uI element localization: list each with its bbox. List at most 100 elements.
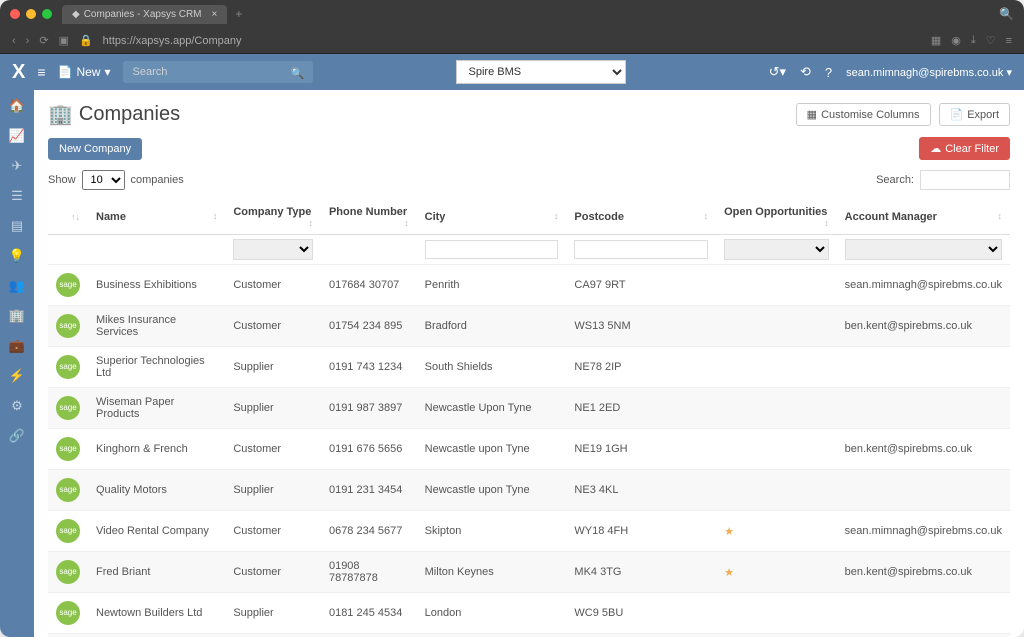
col-postcode[interactable]: Postcode↕ [566, 200, 716, 235]
close-tab-icon[interactable]: × [212, 9, 218, 20]
col-phone[interactable]: Phone Number↕ [321, 200, 417, 235]
new-company-button[interactable]: New Company [48, 138, 142, 160]
org-selector[interactable]: Spire BMS [456, 60, 626, 84]
table-row[interactable]: sage Superior Technologies Ltd Supplier … [48, 347, 1010, 388]
users-icon[interactable]: 👥 [9, 278, 25, 294]
customise-columns-button[interactable]: ▦ Customise Columns [796, 103, 931, 126]
cell-mgr: ben.kent@spirebms.co.uk [837, 552, 1010, 593]
cell-type: Supplier [225, 388, 321, 429]
cell-name: Fred Briant [88, 552, 225, 593]
cell-mgr [837, 388, 1010, 429]
table-row[interactable]: sage Newtown Builders Ltd Supplier 0181 … [48, 593, 1010, 634]
ext-icon[interactable]: ▦ [931, 34, 941, 47]
star-icon: ★ [724, 567, 734, 579]
titlebar: ◆ Companies - Xapsys CRM × + 🔍 [0, 0, 1024, 28]
sage-badge: sage [56, 437, 80, 461]
cell-city: South Shields [417, 347, 567, 388]
reload-icon[interactable]: ⟳ [39, 34, 48, 47]
cell-phone: 0191 676 5656 [321, 429, 417, 470]
cell-name: Mikes Insurance Services [88, 306, 225, 347]
col-name[interactable]: Name↕ [88, 200, 225, 235]
table-row[interactable]: sage Kinghorn & French Customer 0191 676… [48, 429, 1010, 470]
tab-title: Companies - Xapsys CRM [84, 9, 202, 20]
cell-city: Newcastle upon Tyne [417, 470, 567, 511]
ext-icon-4[interactable]: ♡ [986, 34, 996, 47]
table-row[interactable]: sage Wiseman Paper Products Supplier 019… [48, 388, 1010, 429]
minimize-window-icon[interactable] [26, 9, 36, 19]
cell-city: London [417, 593, 567, 634]
briefcase-icon[interactable]: 💼 [9, 338, 25, 354]
new-button[interactable]: 📄 New ▾ [58, 65, 111, 79]
maximize-window-icon[interactable] [42, 9, 52, 19]
cell-phone: 017684 30707 [321, 265, 417, 306]
filter-mgr[interactable] [845, 239, 1002, 260]
filter-type[interactable] [233, 239, 313, 260]
cell-type: Customer [225, 552, 321, 593]
power-icon[interactable]: ⚡ [9, 368, 25, 384]
col-type[interactable]: Company Type↕ [225, 200, 321, 235]
table-row[interactable]: sage Business Exhibitions Customer 01768… [48, 265, 1010, 306]
search-icon[interactable]: 🔍 [291, 67, 305, 80]
forward-icon[interactable]: › [26, 35, 30, 47]
sync-icon[interactable]: ⟲ [800, 64, 811, 80]
cell-opp: ★ [716, 552, 837, 593]
help-icon[interactable]: ? [825, 65, 832, 80]
building-icon: 🏢 [48, 102, 73, 127]
cell-type: Customer [225, 265, 321, 306]
clear-filter-button[interactable]: ☁ Clear Filter [919, 137, 1010, 160]
table-row[interactable]: sage Mikes Insurance Services Customer 0… [48, 306, 1010, 347]
new-tab-button[interactable]: + [235, 7, 242, 21]
send-icon[interactable]: ✈ [12, 158, 23, 174]
hamburger-icon[interactable]: ≡ [37, 64, 45, 80]
ext-icon-3[interactable]: ⤓ [971, 34, 976, 47]
close-window-icon[interactable] [10, 9, 20, 19]
col-mgr[interactable]: Account Manager↕ [837, 200, 1010, 235]
cell-type: Customer [225, 634, 321, 637]
filter-postcode[interactable] [574, 240, 708, 259]
search-input[interactable] [123, 61, 313, 83]
export-button[interactable]: 📄 Export [939, 103, 1011, 126]
table-row[interactable]: sage Macolm Hall Associates Customer 012… [48, 634, 1010, 637]
page-title: 🏢 Companies [48, 102, 180, 127]
url[interactable]: https://xapsys.app/Company [103, 35, 921, 47]
cell-mgr: sean.mimnagh@spirebms.co.uk [837, 634, 1010, 637]
table-row[interactable]: sage Quality Motors Supplier 0191 231 34… [48, 470, 1010, 511]
sage-badge: sage [56, 355, 80, 379]
ext-icon-2[interactable]: ◉ [951, 34, 961, 47]
col-opp[interactable]: Open Opportunities↕ [716, 200, 837, 235]
col-sort[interactable]: ↑↓ [48, 200, 88, 235]
table-row[interactable]: sage Video Rental Company Customer 0678 … [48, 511, 1010, 552]
filter-city[interactable] [425, 240, 559, 259]
dashboard-icon[interactable]: 🏠 [9, 98, 25, 114]
app-logo[interactable]: X [12, 61, 25, 84]
history-icon[interactable]: ↺▾ [769, 64, 786, 80]
table-row[interactable]: sage Fred Briant Customer 01908 78787878… [48, 552, 1010, 593]
back-icon[interactable]: ‹ [12, 35, 16, 47]
chart-icon[interactable]: 📈 [9, 128, 25, 144]
cell-opp: ★ [716, 511, 837, 552]
doc-icon[interactable]: ▤ [11, 218, 23, 234]
table-search-input[interactable] [920, 170, 1010, 190]
list-icon[interactable]: ☰ [11, 188, 23, 204]
cell-postcode: NE78 2IP [566, 347, 716, 388]
user-menu[interactable]: sean.mimnagh@spirebms.co.uk ▾ [846, 66, 1012, 79]
link-icon[interactable]: 🔗 [9, 428, 25, 444]
bulb-icon[interactable]: 💡 [9, 248, 25, 264]
filter-opp[interactable] [724, 239, 829, 260]
shield-icon[interactable]: ▣ [59, 34, 69, 47]
cell-postcode: WS13 5NM [566, 306, 716, 347]
page-size-select[interactable]: 10 [82, 170, 125, 190]
cell-city: Newcastle upon Tyne [417, 429, 567, 470]
cell-phone: 0678 234 5677 [321, 511, 417, 552]
cell-phone: 01244 343434 [321, 634, 417, 637]
cell-phone: 0181 245 4534 [321, 593, 417, 634]
cell-type: Supplier [225, 470, 321, 511]
search-label: Search: [876, 174, 914, 186]
building-icon[interactable]: 🏢 [9, 308, 25, 324]
menu-icon[interactable]: ≡ [1006, 35, 1012, 47]
cell-opp [716, 347, 837, 388]
col-city[interactable]: City↕ [417, 200, 567, 235]
browser-tab[interactable]: ◆ Companies - Xapsys CRM × [62, 5, 227, 24]
search-icon[interactable]: 🔍 [999, 7, 1014, 21]
settings-icon[interactable]: ⚙ [11, 398, 23, 414]
